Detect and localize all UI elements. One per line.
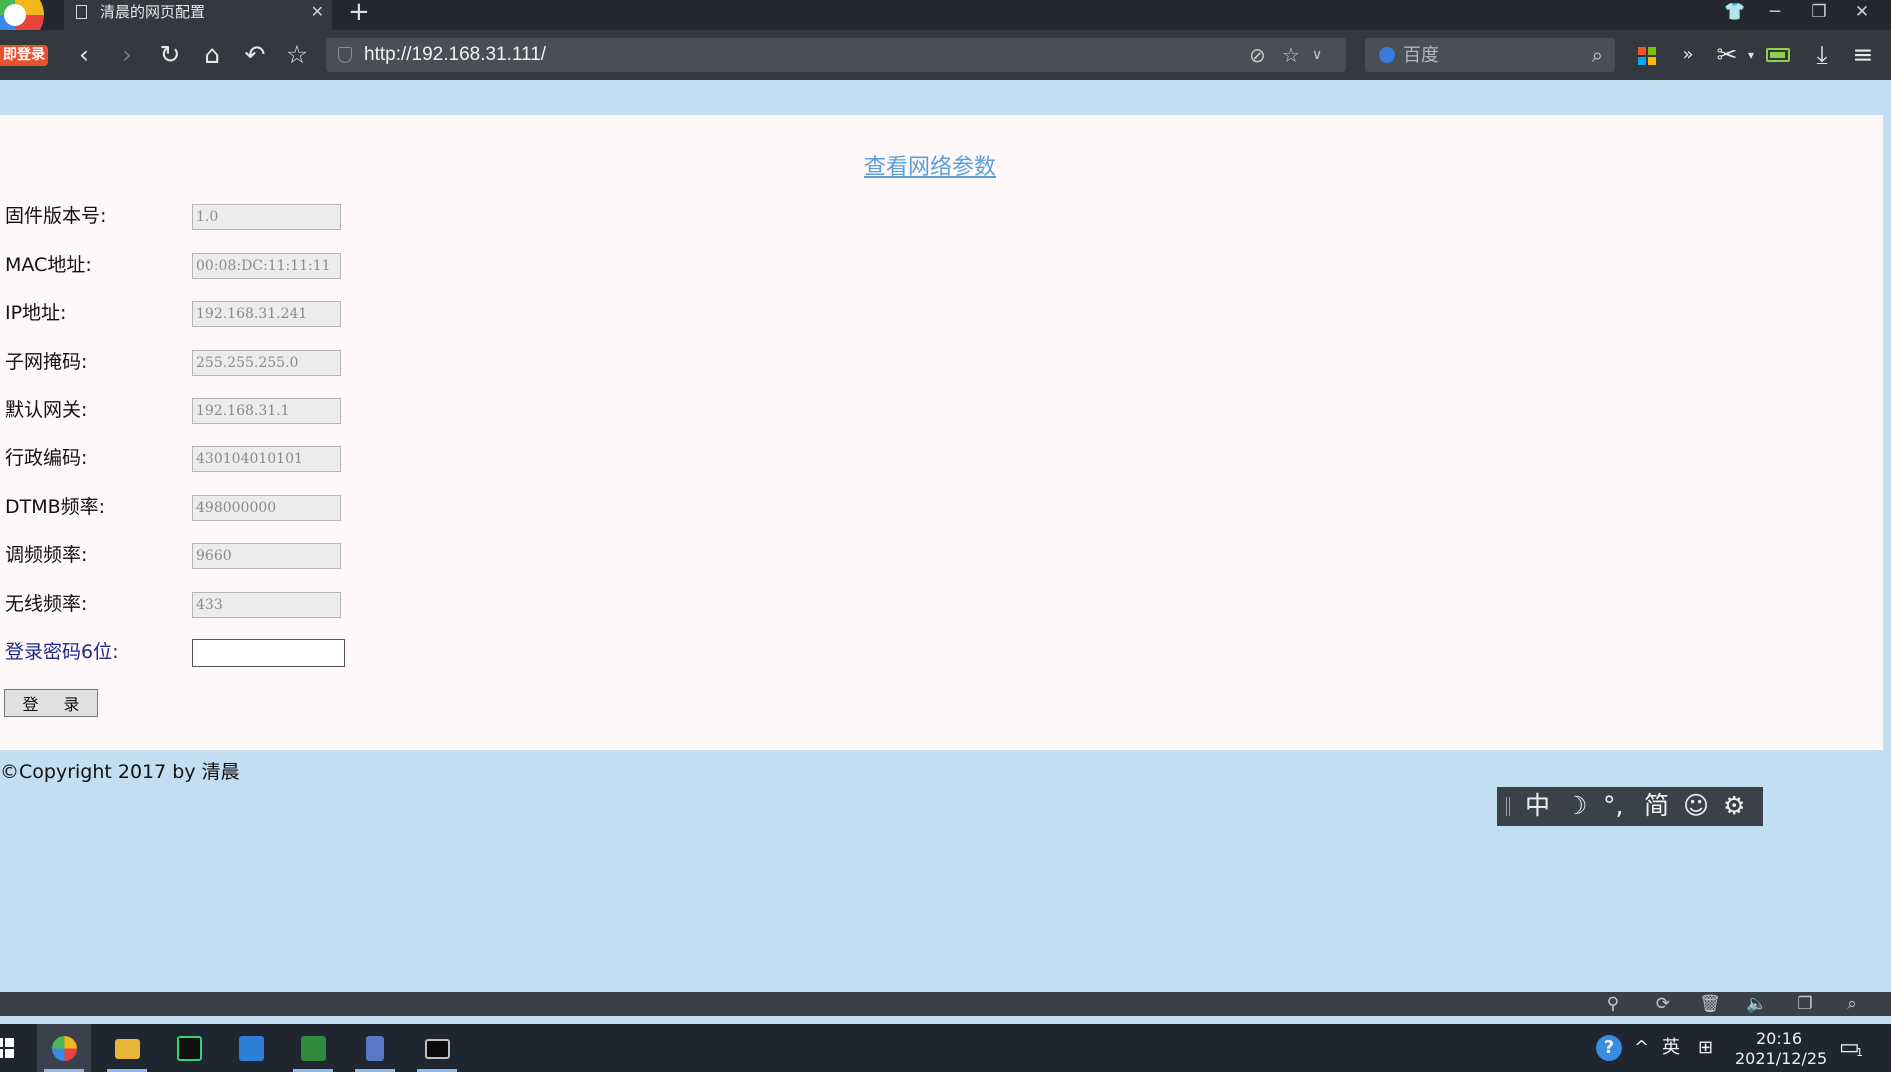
notification-count: 1 <box>1856 1046 1863 1059</box>
tab-title: 清晨的网页配置 <box>100 3 206 21</box>
apps-grid-icon[interactable] <box>1638 47 1656 65</box>
help-icon[interactable]: ? <box>1596 1035 1622 1061</box>
windows-taskbar: ? ^ 英 ⊞ 20:16 2021/12/25 ▭ 1 <box>0 1024 1891 1072</box>
ie-mode-icon[interactable]: ⊘ <box>1249 40 1266 70</box>
field-label: 调频频率: <box>5 544 88 566</box>
dtmb-frequency-field[interactable] <box>192 495 341 521</box>
subnet-mask-field[interactable] <box>192 350 341 376</box>
search-input[interactable] <box>1403 38 1573 72</box>
tab-active[interactable]: 清晨的网页配置 ✕ <box>64 0 332 30</box>
bookmark-star-icon[interactable]: ☆ <box>282 40 312 70</box>
search-icon[interactable]: ⌕ <box>1592 40 1603 70</box>
scissors-dropdown-icon[interactable]: ▾ <box>1736 40 1766 70</box>
ime-simplified[interactable]: 简 <box>1644 791 1669 821</box>
moon-icon[interactable]: ☽ <box>1565 791 1587 821</box>
url-input[interactable] <box>364 38 1224 72</box>
field-label: 子网掩码: <box>5 351 88 373</box>
volume-icon[interactable]: 🔈 <box>1746 993 1768 1015</box>
tab-close-button[interactable]: ✕ <box>311 0 324 24</box>
page-document-icon <box>76 5 87 19</box>
clock-date[interactable]: 2021/12/25 <box>1735 1049 1827 1068</box>
tray-chevron-up-icon[interactable]: ^ <box>1634 1033 1649 1063</box>
v5-app-icon <box>301 1036 326 1061</box>
tray-keyboard-icon[interactable]: ⊞ <box>1698 1033 1713 1063</box>
browser-titlebar: 清晨的网页配置 ✕ + 👕 ─ ❐ ✕ <box>0 0 1891 44</box>
firmware-version-field[interactable] <box>192 204 341 230</box>
minimize-button[interactable]: ─ <box>1755 0 1795 26</box>
home-icon[interactable]: ⌂ <box>197 40 227 70</box>
forward-icon[interactable]: › <box>112 40 142 70</box>
tray-language-indicator[interactable]: 英 <box>1662 1033 1680 1063</box>
clock-time[interactable]: 20:16 <box>1756 1029 1802 1048</box>
browser-toolbar: 即登录 ‹ › ↻ ⌂ ↶ ☆ ⊘ ☆ ∨ ⌕ » ✂ ▾ ⤓ ≡ <box>0 30 1891 80</box>
refresh-circle-icon[interactable]: ⟳ <box>1652 993 1674 1015</box>
ime-punctuation[interactable]: °, <box>1603 791 1623 821</box>
battery-icon[interactable] <box>1766 48 1790 62</box>
ime-chinese-mode[interactable]: 中 <box>1525 791 1550 821</box>
field-label: MAC地址: <box>5 254 92 276</box>
taskbar-terminal[interactable] <box>410 1024 464 1072</box>
wireless-frequency-field[interactable] <box>192 592 341 618</box>
mac-address-field[interactable] <box>192 253 341 279</box>
field-label: 默认网关: <box>5 399 88 421</box>
taskbar-bird-app[interactable] <box>224 1024 278 1072</box>
skin-icon[interactable]: 👕 <box>1715 0 1755 26</box>
taskbar-file-explorer[interactable] <box>100 1024 154 1072</box>
browser-statusbar: ⚲ ⟳ 🗑 🔈 ❐ ⌕ <box>0 992 1891 1016</box>
copyright-text: ©Copyright 2017 by 清晨 <box>0 761 240 783</box>
terminal-icon <box>425 1039 450 1059</box>
password-input[interactable] <box>192 639 345 667</box>
download-icon[interactable]: ⤓ <box>1807 40 1837 70</box>
field-label: 无线频率: <box>5 593 88 615</box>
password-label: 登录密码6位: <box>5 641 119 663</box>
reload-icon[interactable]: ↻ <box>155 40 185 70</box>
security-shield-icon[interactable] <box>338 47 352 63</box>
fm-frequency-field[interactable] <box>192 543 341 569</box>
undo-close-icon[interactable]: ↶ <box>240 40 270 70</box>
field-label: 行政编码: <box>5 447 88 469</box>
field-label: IP地址: <box>5 302 67 324</box>
field-label: 固件版本号: <box>5 205 107 227</box>
more-extensions-icon[interactable]: » <box>1673 40 1703 70</box>
browser-app-icon <box>52 1036 77 1061</box>
zoom-search-icon[interactable]: ⌕ <box>1841 993 1863 1015</box>
login-button[interactable]: 登 录 <box>4 689 98 717</box>
restore-button[interactable]: ❐ <box>1799 0 1839 26</box>
start-windows-icon[interactable] <box>0 1038 14 1058</box>
menu-icon[interactable]: ≡ <box>1848 40 1878 70</box>
page-title-link[interactable]: 查看网络参数 <box>0 149 1860 181</box>
building-app-icon <box>366 1036 384 1061</box>
address-bar[interactable]: ⊘ ☆ ∨ <box>326 38 1346 72</box>
back-icon[interactable]: ‹ <box>69 40 99 70</box>
region-code-field[interactable] <box>192 446 341 472</box>
field-label: DTMB频率: <box>5 496 106 518</box>
favorite-star-icon[interactable]: ☆ <box>1282 40 1300 70</box>
pycharm-icon <box>177 1036 202 1061</box>
config-panel: 查看网络参数 固件版本号: MAC地址: IP地址: 子网掩码: 默认网关: 行… <box>0 115 1883 750</box>
chevron-down-icon[interactable]: ∨ <box>1312 40 1322 70</box>
accelerate-rocket-icon[interactable]: ⚲ <box>1602 993 1624 1015</box>
taskbar-browser-app[interactable] <box>37 1024 91 1072</box>
search-box[interactable]: ⌕ <box>1365 38 1615 72</box>
window-icon[interactable]: ❐ <box>1794 993 1816 1015</box>
baidu-paw-icon <box>1379 47 1395 63</box>
drag-grip-icon[interactable] <box>1506 797 1510 816</box>
ime-toolbar: 中 ☽ °, 简 ☺ ⚙ <box>1497 787 1763 826</box>
taskbar-building-app[interactable] <box>348 1024 402 1072</box>
folder-icon <box>115 1039 140 1059</box>
ip-address-field[interactable] <box>192 301 341 327</box>
login-badge[interactable]: 即登录 <box>0 45 48 66</box>
gateway-field[interactable] <box>192 398 341 424</box>
close-window-button[interactable]: ✕ <box>1842 0 1882 26</box>
bird-app-icon <box>239 1036 264 1061</box>
taskbar-pycharm[interactable] <box>162 1024 216 1072</box>
trash-icon[interactable]: 🗑 <box>1699 993 1721 1015</box>
new-tab-button[interactable]: + <box>348 0 370 27</box>
emoji-icon[interactable]: ☺ <box>1683 791 1709 821</box>
settings-gear-icon[interactable]: ⚙ <box>1723 791 1745 821</box>
taskbar-vs-app[interactable] <box>286 1024 340 1072</box>
